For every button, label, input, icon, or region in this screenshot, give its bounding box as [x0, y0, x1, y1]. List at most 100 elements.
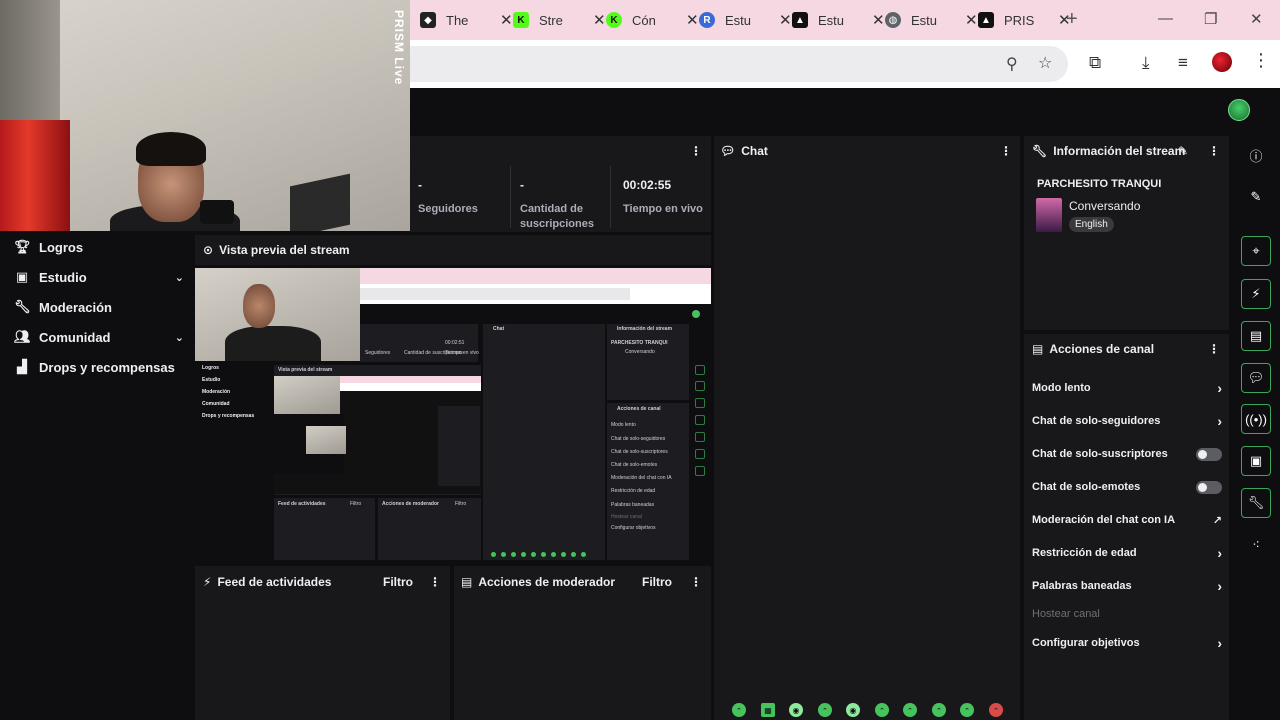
close-icon[interactable]: ✕: [500, 11, 513, 29]
category-name[interactable]: Conversando: [1069, 199, 1140, 213]
filter-button[interactable]: Filtro: [383, 575, 413, 589]
more-icon[interactable]: ⋮: [1000, 144, 1012, 158]
action-slow-mode[interactable]: Modo lento ›: [1032, 379, 1222, 397]
more-icon[interactable]: ⋮: [1208, 342, 1220, 356]
action-ai-moderation[interactable]: Moderación del chat con IA ↗: [1032, 511, 1222, 529]
action-configure-goals[interactable]: Configurar objetivos ›: [1032, 634, 1222, 652]
stream-preview-video[interactable]: Logros Estudio Moderación Comunidad Drop…: [195, 268, 711, 560]
subscribers-only-toggle[interactable]: [1196, 448, 1222, 461]
emote-icon[interactable]: ▦: [761, 703, 775, 717]
browser-tab[interactable]: R Estu ✕: [699, 8, 792, 32]
close-icon[interactable]: ✕: [686, 11, 699, 29]
emote-icon[interactable]: ᵔ: [932, 703, 946, 717]
tab-title: The: [446, 12, 469, 28]
mod-actions-title: ▤ Acciones de moderador: [461, 575, 615, 589]
user-avatar[interactable]: [1228, 99, 1250, 121]
emote-icon[interactable]: ◉: [789, 703, 803, 717]
star-icon[interactable]: ☆: [1038, 53, 1052, 73]
emote-icon[interactable]: ᵔ: [818, 703, 832, 717]
emote-icon[interactable]: ᵔ: [903, 703, 917, 717]
emote-icon[interactable]: ᵔ: [989, 703, 1003, 717]
media-icon[interactable]: ≡: [1178, 53, 1188, 73]
browser-tab[interactable]: K Stre ✕: [513, 8, 606, 32]
community-icon: 👥︎: [14, 329, 31, 344]
extensions-icon[interactable]: ⧉: [1089, 53, 1101, 73]
profile-avatar[interactable]: [1212, 52, 1232, 72]
emote-icon[interactable]: ᵔ: [732, 703, 746, 717]
close-window-button[interactable]: ✕: [1250, 10, 1263, 28]
emote-icon[interactable]: ◉: [846, 703, 860, 717]
chat-bubble-icon[interactable]: 💬︎: [1241, 363, 1271, 393]
filter-button[interactable]: Filtro: [642, 575, 672, 589]
new-tab-button[interactable]: +: [1066, 8, 1078, 31]
preview-title: ⊙ Vista previa del stream: [203, 243, 350, 257]
broadcast-icon[interactable]: ((•)): [1241, 404, 1271, 434]
mini-text: Información del stream: [617, 326, 673, 332]
close-icon[interactable]: ✕: [779, 11, 792, 29]
emote-icon[interactable]: ᵔ: [960, 703, 974, 717]
more-icon[interactable]: ⋮: [429, 575, 441, 589]
action-banned-words[interactable]: Palabras baneadas ›: [1032, 577, 1222, 595]
pencil-icon[interactable]: ✎: [1241, 182, 1271, 212]
restore-button[interactable]: ❐: [1204, 10, 1217, 28]
browser-tab[interactable]: K Cón ✕: [606, 8, 699, 32]
emote-icon[interactable]: ᵔ: [875, 703, 889, 717]
browser-tab[interactable]: ◆ The ✕: [420, 8, 513, 32]
close-icon[interactable]: ✕: [965, 11, 978, 29]
action-subscribers-only: Chat de solo-suscriptores: [1032, 445, 1222, 463]
focus-icon[interactable]: ⌖: [1241, 236, 1271, 266]
action-label: Chat de solo-suscriptores: [1032, 448, 1168, 460]
browser-menu-icon[interactable]: ⋮: [1252, 50, 1270, 71]
action-host-channel: Hostear canal: [1032, 605, 1222, 623]
browser-tab[interactable]: ▲ PRIS ✕: [978, 8, 1071, 32]
browser-tab[interactable]: ◍ Estu ✕: [885, 8, 978, 32]
action-age-restriction[interactable]: Restricción de edad ›: [1032, 544, 1222, 562]
layout-icon[interactable]: ▣: [1241, 446, 1271, 476]
preview-title-text: Vista previa del stream: [219, 243, 350, 257]
nav-item-drops[interactable]: ▟ Drops y recompensas: [14, 357, 184, 377]
studio-icon: ▣: [15, 269, 29, 284]
browser-tab[interactable]: ▲ Estu ✕: [792, 8, 885, 32]
minimize-button[interactable]: —: [1158, 10, 1173, 27]
tab-title: Cón: [632, 12, 656, 28]
channel-actions-title-text: Acciones de canal: [1049, 342, 1155, 356]
channel-actions-title: ▤ Acciones de canal: [1032, 342, 1154, 356]
more-icon[interactable]: ⋮: [1208, 144, 1220, 158]
notes-icon[interactable]: ▤: [1241, 321, 1271, 351]
info-icon[interactable]: ⓘ: [1241, 140, 1271, 170]
mini-text: Acciones de moderador: [382, 501, 439, 507]
mini-nav-item: Comunidad: [202, 401, 230, 407]
tab-title: Estu: [725, 12, 752, 28]
preview-webcam: [195, 268, 360, 361]
prism-icon: ▲: [978, 12, 994, 28]
download-icon[interactable]: ⤓: [1142, 53, 1150, 73]
mini-text: Chat de solo-emotes: [611, 462, 658, 468]
nav-label: Drops y recompensas: [39, 359, 175, 375]
mini-nav-item: Logros: [202, 365, 219, 371]
zoom-icon[interactable]: ⚲: [1006, 54, 1018, 74]
action-label: Hostear canal: [1032, 608, 1100, 620]
emotes-only-toggle[interactable]: [1196, 481, 1222, 494]
close-icon[interactable]: ✕: [872, 11, 885, 29]
nav-item-moderacion[interactable]: 🔧︎ Moderación: [14, 297, 184, 317]
wrench-icon[interactable]: 🔧︎: [1241, 488, 1271, 518]
action-label: Configurar objetivos: [1032, 637, 1140, 649]
mini-text: Modo lento: [611, 422, 636, 428]
prism-icon: ▲: [792, 12, 808, 28]
more-icon[interactable]: ⋮: [690, 144, 702, 158]
more-icon[interactable]: ⋮: [690, 575, 702, 589]
live-time-value: 00:02:55: [623, 178, 672, 192]
bolt-icon[interactable]: ⚡︎: [1241, 279, 1271, 309]
curtain: [0, 120, 70, 231]
nav-item-estudio[interactable]: ▣ Estudio ⌄: [14, 267, 184, 287]
mini-text: Tiempo en vivo: [445, 350, 479, 356]
action-label: Modo lento: [1032, 382, 1091, 394]
close-icon[interactable]: ✕: [593, 11, 606, 29]
nav-item-logros[interactable]: 🏆︎ Logros: [14, 237, 184, 257]
more-icon[interactable]: ⁖: [1241, 530, 1271, 560]
nav-item-comunidad[interactable]: 👥︎ Comunidad ⌄: [14, 327, 184, 347]
pencil-icon[interactable]: ✎: [1178, 144, 1188, 158]
nav-label: Moderación: [39, 299, 112, 315]
action-followers-only[interactable]: Chat de solo-seguidores ›: [1032, 412, 1222, 430]
wrench-icon: 🔧︎: [14, 299, 31, 314]
